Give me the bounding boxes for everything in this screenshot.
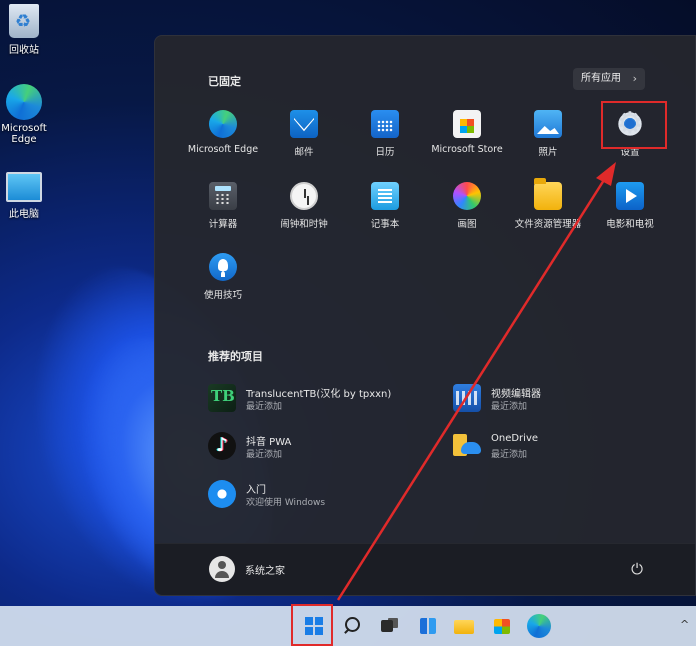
- chevron-right-icon: ›: [632, 72, 637, 85]
- pinned-section-title: 已固定: [208, 75, 241, 88]
- pinned-app-label: 记事本: [370, 219, 400, 230]
- recommended-item-get-started[interactable]: 入门 欢迎使用 Windows: [208, 478, 438, 512]
- recommended-item-subtitle: 欢迎使用 Windows: [246, 498, 326, 508]
- pinned-app-label: 邮件: [294, 147, 314, 158]
- user-name[interactable]: 系统之家: [245, 562, 285, 577]
- pinned-app-label: 闹钟和时钟: [280, 219, 328, 230]
- power-icon[interactable]: ⏻: [625, 557, 649, 581]
- tips-icon: [209, 253, 237, 281]
- pinned-app-label: 电影和电视: [606, 219, 654, 230]
- paint-icon: [453, 182, 481, 210]
- get-started-icon: [208, 480, 236, 508]
- recommended-item-video-editor[interactable]: 视频编辑器 最近添加: [453, 382, 683, 416]
- pinned-app-clock[interactable]: 闹钟和时钟: [262, 182, 346, 230]
- pinned-app-label: Microsoft Store: [431, 144, 503, 155]
- start-highlight-box: [291, 604, 333, 646]
- pinned-app-tips[interactable]: 使用技巧: [181, 253, 265, 301]
- video-editor-icon: [453, 384, 481, 412]
- pinned-app-label: Microsoft Edge: [187, 144, 259, 155]
- pinned-app-photos[interactable]: 照片: [506, 110, 590, 158]
- desktop-icon-this-pc[interactable]: 此电脑: [0, 172, 52, 220]
- translucenttb-icon: [208, 384, 236, 412]
- desktop-icon-label: Microsoft Edge: [1, 123, 47, 145]
- recommended-item-subtitle: 最近添加: [491, 402, 528, 412]
- all-apps-button[interactable]: 所有应用 ›: [573, 68, 645, 90]
- pinned-app-store[interactable]: Microsoft Store: [425, 110, 509, 155]
- avatar[interactable]: [209, 556, 235, 582]
- pinned-app-edge[interactable]: Microsoft Edge: [181, 110, 265, 155]
- recommended-item-subtitle: 最近添加: [246, 402, 283, 412]
- pinned-app-calculator[interactable]: 计算器: [181, 182, 265, 230]
- alarm-clock-icon: [290, 182, 318, 210]
- recommended-item-name: OneDrive: [491, 433, 539, 444]
- edge-icon[interactable]: [527, 614, 551, 638]
- pinned-app-label: 计算器: [208, 219, 238, 230]
- recommended-item-name: 抖音 PWA: [246, 437, 292, 448]
- onedrive-icon: [453, 432, 481, 460]
- search-icon[interactable]: [340, 614, 364, 638]
- start-menu: 已固定 所有应用 › Microsoft Edge 邮件 日历 Microsof…: [154, 35, 696, 596]
- store-icon: [453, 110, 481, 138]
- task-view-icon[interactable]: [378, 614, 402, 638]
- recycle-bin-icon: [9, 4, 39, 38]
- tiktok-icon: [208, 432, 236, 460]
- all-apps-label: 所有应用: [581, 73, 621, 84]
- recommended-item-translucenttb[interactable]: TranslucentTB(汉化 by tpxxn) 最近添加: [208, 382, 438, 416]
- calendar-icon: [371, 110, 399, 138]
- recommended-section-title: 推荐的项目: [208, 350, 263, 363]
- pinned-app-label: 画图: [457, 219, 477, 230]
- recommended-item-subtitle: 最近添加: [491, 450, 528, 460]
- pinned-app-calendar[interactable]: 日历: [343, 110, 427, 158]
- desktop-icon-recycle-bin[interactable]: 回收站: [0, 4, 52, 56]
- recommended-item-subtitle: 最近添加: [246, 450, 283, 460]
- start-menu-footer: 系统之家 ⏻: [155, 543, 695, 595]
- taskbar: ^: [0, 606, 696, 646]
- desktop-icon-edge[interactable]: Microsoft Edge: [0, 84, 52, 145]
- pinned-app-movies-tv[interactable]: 电影和电视: [588, 182, 672, 230]
- recommended-item-name: 入门: [246, 485, 266, 496]
- settings-highlight-box: [601, 101, 667, 149]
- desktop-icon-label: 回收站: [9, 45, 39, 56]
- recommended-item-tiktok[interactable]: 抖音 PWA 最近添加: [208, 430, 438, 464]
- chevron-up-icon[interactable]: ^: [680, 618, 689, 631]
- pinned-app-label: 文件资源管理器: [514, 219, 582, 230]
- recommended-item-name: 视频编辑器: [491, 389, 541, 400]
- desktop-icon-label: 此电脑: [9, 209, 39, 220]
- pinned-app-label: 日历: [375, 147, 395, 158]
- pinned-app-notepad[interactable]: 记事本: [343, 182, 427, 230]
- notepad-icon: [371, 182, 399, 210]
- file-explorer-icon: [534, 178, 562, 210]
- mail-icon: [290, 110, 318, 138]
- edge-icon: [209, 110, 237, 138]
- pinned-app-label: 使用技巧: [203, 290, 242, 301]
- widgets-icon[interactable]: [416, 614, 440, 638]
- recommended-item-onedrive[interactable]: OneDrive 最近添加: [453, 430, 683, 464]
- this-pc-icon: [6, 172, 42, 202]
- pinned-app-mail[interactable]: 邮件: [262, 110, 346, 158]
- edge-icon: [6, 84, 42, 120]
- movies-tv-icon: [616, 182, 644, 210]
- pinned-app-label: 照片: [538, 147, 558, 158]
- pinned-app-paint[interactable]: 画图: [425, 182, 509, 230]
- calculator-icon: [209, 182, 237, 210]
- store-icon[interactable]: [490, 614, 514, 638]
- pinned-app-file-explorer[interactable]: 文件资源管理器: [506, 178, 590, 230]
- photos-icon: [534, 110, 562, 138]
- file-explorer-icon[interactable]: [452, 614, 476, 638]
- recommended-item-name: TranslucentTB(汉化 by tpxxn): [246, 389, 392, 400]
